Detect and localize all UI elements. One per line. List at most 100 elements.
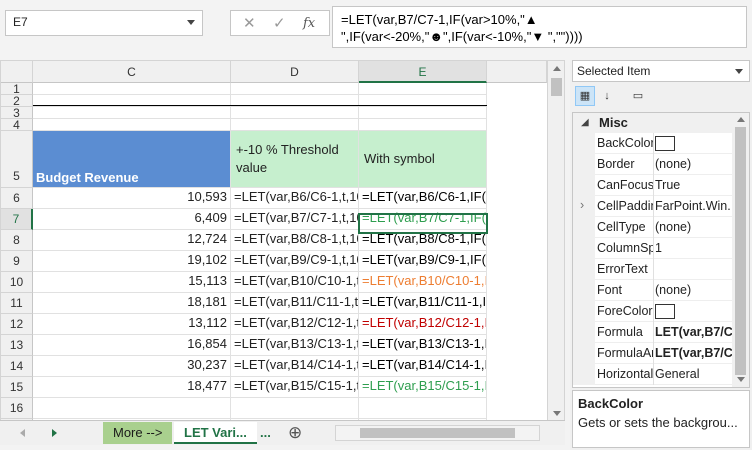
row-header[interactable]: 4 xyxy=(1,119,33,131)
cell-d-4[interactable] xyxy=(231,119,359,131)
row-header[interactable]: 15 xyxy=(1,377,33,398)
cell-c-13[interactable]: 16,854 xyxy=(33,335,231,356)
row-header[interactable]: 12 xyxy=(1,314,33,335)
horizontal-scrollbar[interactable] xyxy=(335,425,540,441)
add-sheet-icon[interactable]: ⊕ xyxy=(278,422,312,444)
cell-d-12[interactable]: =LET(var,B12/C12-1,t xyxy=(231,314,359,335)
cell-c-5[interactable]: Budget Revenue xyxy=(33,131,231,188)
property-pages-icon[interactable]: ▭ xyxy=(628,86,648,106)
cell-e-13[interactable]: =LET(var,B13/C13-1,I xyxy=(359,335,487,356)
property-value[interactable]: (none) xyxy=(655,220,733,234)
cell-d-8[interactable]: =LET(var,B8/C8-1,t,10 xyxy=(231,230,359,251)
cell-c-6[interactable]: 10,593 xyxy=(33,188,231,209)
property-value[interactable]: True xyxy=(655,178,733,192)
row-header[interactable]: 13 xyxy=(1,335,33,356)
cell-e-1[interactable] xyxy=(359,83,487,95)
property-row[interactable]: CellType (none) xyxy=(573,217,733,238)
column-header-e[interactable]: E xyxy=(359,61,487,83)
row-header[interactable]: 11 xyxy=(1,293,33,314)
cell-c-8[interactable]: 12,724 xyxy=(33,230,231,251)
property-row[interactable]: › CellPaddingFarPoint.Win. xyxy=(573,196,733,217)
cell-c-16[interactable] xyxy=(33,398,231,419)
cell-e-16[interactable] xyxy=(359,398,487,419)
cell-d-5[interactable]: +-10 % Threshold value xyxy=(231,131,359,188)
cell-c-12[interactable]: 13,112 xyxy=(33,314,231,335)
property-value[interactable]: General xyxy=(655,367,733,381)
color-swatch[interactable] xyxy=(655,304,675,319)
cell-e-12[interactable]: =LET(var,B12/C12-1,I xyxy=(359,314,487,335)
cell-e-3[interactable] xyxy=(359,107,487,119)
scroll-up-icon[interactable] xyxy=(553,66,561,71)
cell-d-3[interactable] xyxy=(231,107,359,119)
scroll-down-icon[interactable] xyxy=(737,377,745,382)
property-value[interactable]: FarPoint.Win. xyxy=(655,199,733,213)
cell-c-3[interactable] xyxy=(33,107,231,119)
cell-d-13[interactable]: =LET(var,B13/C13-1,t xyxy=(231,335,359,356)
property-row[interactable]: ErrorText xyxy=(573,259,733,280)
alphabetical-sort-icon[interactable]: ↓ xyxy=(597,86,617,106)
name-box[interactable]: E7 xyxy=(5,10,203,36)
cell-e-15[interactable]: =LET(var,B15/C15-1,I xyxy=(359,377,487,398)
cell-c-1[interactable] xyxy=(33,83,231,95)
property-scrollbar[interactable] xyxy=(732,113,749,387)
categorized-view-icon[interactable]: ▦ xyxy=(575,86,595,106)
insert-function-button[interactable]: fx xyxy=(303,16,315,31)
cell-d-1[interactable] xyxy=(231,83,359,95)
chevron-down-icon[interactable] xyxy=(187,20,195,25)
row-header[interactable]: 10 xyxy=(1,272,33,293)
cell-c-11[interactable]: 18,181 xyxy=(33,293,231,314)
cell-c-15[interactable]: 18,477 xyxy=(33,377,231,398)
cell-e-11[interactable]: =LET(var,B11/C11-1,I xyxy=(359,293,487,314)
vertical-scrollbar[interactable] xyxy=(547,61,564,423)
chevron-down-icon[interactable] xyxy=(735,69,743,74)
horizontal-scroll-thumb[interactable] xyxy=(360,428,515,438)
scroll-thumb[interactable] xyxy=(551,78,562,96)
cell-c-4[interactable] xyxy=(33,119,231,131)
property-value[interactable]: 1 xyxy=(655,241,733,255)
property-row[interactable]: HorizontalAlignmentGeneral xyxy=(573,364,733,385)
cell-e-10[interactable]: =LET(var,B10/C10-1,I xyxy=(359,272,487,293)
scroll-thumb[interactable] xyxy=(735,127,746,375)
property-row[interactable]: ForeColor xyxy=(573,301,733,322)
cell-d-16[interactable] xyxy=(231,398,359,419)
tab-next-icon[interactable] xyxy=(52,429,57,437)
property-row[interactable]: BackColor xyxy=(573,133,733,154)
cell-d-10[interactable]: =LET(var,B10/C10-1,t xyxy=(231,272,359,293)
cell-d-14[interactable]: =LET(var,B14/C14-1,t xyxy=(231,356,359,377)
collapse-icon[interactable]: ◢ xyxy=(581,113,589,133)
formula-input[interactable]: =LET(var,B7/C7-1,IF(var>10%,"▲ ",IF(var<… xyxy=(332,6,747,48)
property-grid[interactable]: ◢ Misc BackColor Border (none) CanFocus True… xyxy=(572,112,750,388)
row-header[interactable]: 8 xyxy=(1,230,33,251)
row-header[interactable]: 6 xyxy=(1,188,33,209)
category-misc[interactable]: ◢ Misc xyxy=(573,113,733,133)
scroll-up-icon[interactable] xyxy=(737,117,745,122)
cell-d-9[interactable]: =LET(var,B9/C9-1,t,10 xyxy=(231,251,359,272)
row-header[interactable]: 7 xyxy=(1,209,33,230)
property-row[interactable]: Border (none) xyxy=(573,154,733,175)
property-row[interactable]: Font (none) xyxy=(573,280,733,301)
column-header-d[interactable]: D xyxy=(231,61,359,83)
cell-c-9[interactable]: 19,102 xyxy=(33,251,231,272)
cancel-icon[interactable]: ✕ xyxy=(243,14,256,32)
cell-c-7[interactable]: 6,409 xyxy=(33,209,231,230)
cell-e-9[interactable]: =LET(var,B9/C9-1,IF( xyxy=(359,251,487,272)
tab-let-variables[interactable]: LET Vari... xyxy=(174,422,257,444)
select-all-corner[interactable] xyxy=(1,61,33,83)
expand-icon[interactable]: › xyxy=(580,198,584,212)
property-value[interactable]: LET(var,B7/C xyxy=(655,346,733,360)
spreadsheet-grid[interactable]: C D E 1 2 3 4 5 Budget Revenue +-10 % Threshol… xyxy=(0,60,565,445)
property-row[interactable]: FormulaArrayLET(var,B7/C xyxy=(573,343,733,364)
row-header[interactable]: 9 xyxy=(1,251,33,272)
cell-e-14[interactable]: =LET(var,B14/C14-1,I xyxy=(359,356,487,377)
cell-e-6[interactable]: =LET(var,B6/C6-1,IF( xyxy=(359,188,487,209)
color-swatch[interactable] xyxy=(655,136,675,151)
cell-d-15[interactable]: =LET(var,B15/C15-1,t xyxy=(231,377,359,398)
cell-c-10[interactable]: 15,113 xyxy=(33,272,231,293)
cell-e-4[interactable] xyxy=(359,119,487,131)
scroll-down-icon[interactable] xyxy=(553,411,561,416)
property-value[interactable]: LET(var,B7/C xyxy=(655,325,733,339)
row-header[interactable]: 5 xyxy=(1,131,33,188)
row-header[interactable]: 16 xyxy=(1,398,33,419)
cell-d-11[interactable]: =LET(var,B11/C11-1,t xyxy=(231,293,359,314)
property-row[interactable]: Formula LET(var,B7/C xyxy=(573,322,733,343)
